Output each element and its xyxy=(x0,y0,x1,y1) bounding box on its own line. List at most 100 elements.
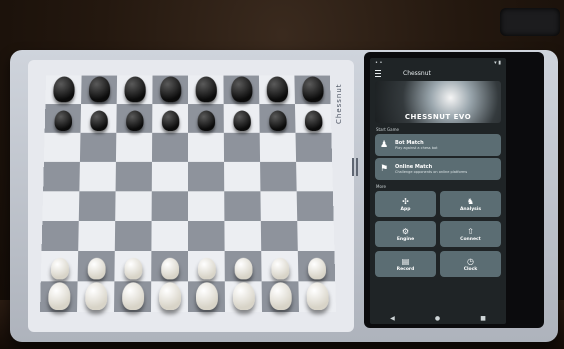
black-chess-piece xyxy=(301,76,324,103)
analysis-icon: ♞ xyxy=(466,196,475,206)
board-square xyxy=(151,191,188,221)
white-chess-piece xyxy=(197,257,216,280)
tile-connect[interactable]: ⇧ Connect xyxy=(440,221,501,247)
bot-match-card[interactable]: ♟ Bot Match Play against a chess bot xyxy=(375,134,501,156)
status-bar: • • ▾ ▮ xyxy=(370,58,506,67)
white-chess-piece xyxy=(305,282,329,311)
black-chess-piece xyxy=(88,76,110,103)
board-square xyxy=(151,161,188,192)
white-chess-piece xyxy=(121,282,144,311)
tile-engine[interactable]: ⚙ Engine xyxy=(375,221,436,247)
black-chess-piece xyxy=(53,110,72,131)
tile-label: Record xyxy=(396,266,415,272)
card-subtitle: Challenge opponents on online platforms xyxy=(395,170,468,174)
board-square xyxy=(188,220,225,251)
photo-scene: Chessnut • • ▾ ▮ Chessnut CHESSNUT EVO S… xyxy=(0,0,564,349)
apps-icon: ✣ xyxy=(402,196,409,206)
black-chess-piece xyxy=(159,76,181,103)
app-title: Chessnut xyxy=(403,69,431,77)
board-square xyxy=(224,220,262,251)
status-icons: ▾ ▮ xyxy=(494,59,501,66)
android-nav-bar: ◀ ● ■ xyxy=(370,312,506,324)
board-square xyxy=(297,220,335,251)
board-square xyxy=(115,191,152,221)
white-chess-piece xyxy=(47,282,71,311)
menu-icon[interactable] xyxy=(375,69,381,77)
board-square xyxy=(42,191,80,221)
board-square xyxy=(296,161,333,192)
black-chess-piece xyxy=(125,110,144,131)
black-chess-piece xyxy=(52,76,75,103)
white-chess-piece xyxy=(50,257,69,280)
board-square xyxy=(260,220,298,251)
board-square xyxy=(223,132,261,162)
board-square xyxy=(115,132,153,162)
board-square xyxy=(151,132,188,162)
back-icon[interactable]: ◀ xyxy=(390,315,395,322)
board-square xyxy=(151,220,188,251)
section-label-game: Start Game xyxy=(376,127,399,132)
board-square xyxy=(41,220,79,251)
white-chess-piece xyxy=(195,282,218,311)
hero-title: CHESSNUT EVO xyxy=(404,113,472,121)
engine-icon: ⚙ xyxy=(401,226,410,236)
recents-icon[interactable]: ■ xyxy=(480,315,486,322)
black-chess-piece xyxy=(232,110,251,131)
white-chess-piece xyxy=(87,257,106,280)
board-square xyxy=(43,132,81,162)
tile-clock[interactable]: ◷ Clock xyxy=(440,251,501,277)
board-square xyxy=(260,191,298,221)
section-label-more: More xyxy=(376,184,386,189)
board-square xyxy=(43,161,80,192)
board-square xyxy=(188,161,225,192)
white-chess-piece xyxy=(234,257,253,280)
board-square xyxy=(114,220,152,251)
white-chess-piece xyxy=(84,282,107,311)
feature-grid: ✣ App ♞ Analysis ⚙ Engine ⇧ Connect ▤ Re… xyxy=(375,191,501,277)
card-subtitle: Play against a chess bot xyxy=(395,146,438,150)
black-chess-piece xyxy=(230,76,253,103)
white-chess-piece xyxy=(232,282,255,311)
board-square xyxy=(224,191,261,221)
board-square xyxy=(188,132,225,162)
white-chess-piece xyxy=(158,282,181,311)
hero-banner: CHESSNUT EVO xyxy=(375,81,501,123)
app-bar: Chessnut xyxy=(370,67,506,79)
tile-record[interactable]: ▤ Record xyxy=(375,251,436,277)
tile-label: Connect xyxy=(460,236,481,242)
tile-label: Engine xyxy=(396,236,415,242)
board-square xyxy=(295,132,333,162)
board-square xyxy=(78,220,116,251)
home-icon[interactable]: ● xyxy=(435,315,440,322)
board-square xyxy=(260,161,297,192)
tile-app[interactable]: ✣ App xyxy=(375,191,436,217)
tile-label: Clock xyxy=(463,266,478,272)
black-chess-piece xyxy=(268,110,287,131)
black-chess-piece xyxy=(266,76,288,103)
status-dots: • • xyxy=(375,59,383,66)
white-chess-piece xyxy=(307,257,326,280)
globe-icon: ⚑ xyxy=(379,164,389,174)
black-chess-piece xyxy=(304,110,323,131)
white-chess-piece xyxy=(123,257,142,280)
board-square xyxy=(224,161,261,192)
tile-analysis[interactable]: ♞ Analysis xyxy=(440,191,501,217)
board-logo: Chessnut xyxy=(335,83,343,124)
board-square xyxy=(259,132,297,162)
white-chess-piece xyxy=(160,257,179,280)
black-chess-piece xyxy=(161,110,179,131)
tablet-screen: • • ▾ ▮ Chessnut CHESSNUT EVO Start Game… xyxy=(370,58,506,324)
black-chess-piece xyxy=(195,76,217,103)
board-square xyxy=(296,191,334,221)
white-chess-piece xyxy=(270,257,289,280)
robot-icon: ♟ xyxy=(379,140,389,150)
record-icon: ▤ xyxy=(401,256,410,266)
board-square xyxy=(79,132,117,162)
board-square xyxy=(188,191,225,221)
white-chess-piece xyxy=(269,282,292,311)
board-square xyxy=(115,161,152,192)
tile-label: App xyxy=(400,206,411,212)
online-match-card[interactable]: ⚑ Online Match Challenge opponents on on… xyxy=(375,158,501,180)
tile-label: Analysis xyxy=(459,206,482,212)
black-chess-piece xyxy=(123,76,146,103)
